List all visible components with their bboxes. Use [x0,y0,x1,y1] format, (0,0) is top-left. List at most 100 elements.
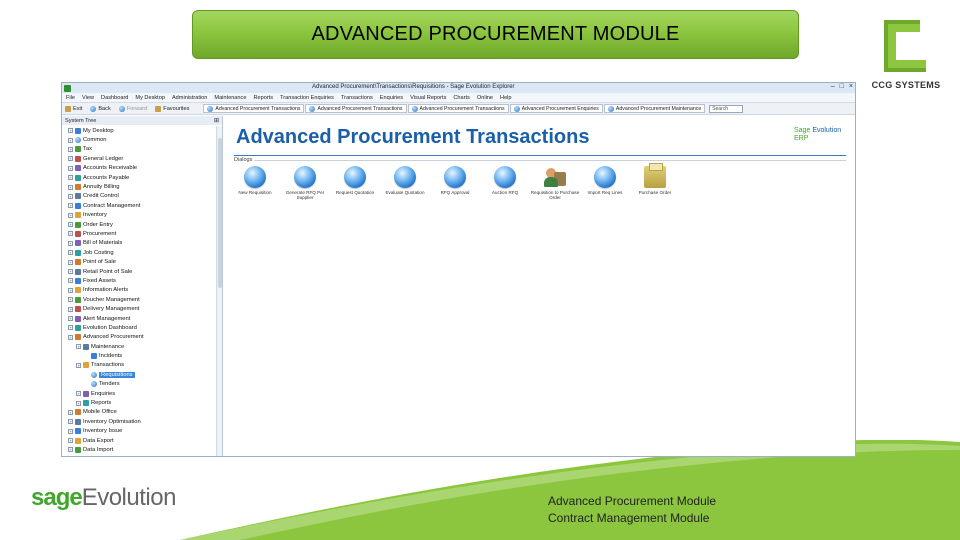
doc-tab[interactable]: Advanced Procurement Transactions [407,104,509,113]
menu-charts[interactable]: Charts [453,95,469,101]
pin-icon[interactable]: ⊞ [214,117,219,124]
expand-icon[interactable]: + [68,325,73,331]
expand-icon[interactable]: + [76,391,81,397]
tree-item-tenders[interactable]: Tenders [62,380,222,389]
action-request-quotation[interactable]: Request Quotation [330,166,380,200]
tree-item-data-import[interactable]: + Data Import [62,445,222,454]
tree-item-tax[interactable]: + Tax [62,145,222,154]
expand-icon[interactable]: + [68,334,73,340]
tree-item-reports[interactable]: + Reports [62,398,222,407]
tree-item-retail-point-of-sale[interactable]: + Retail Point of Sale [62,267,222,276]
tree-item-annuity-billing[interactable]: + Annuity Billing [62,182,222,191]
tree-item-procurement[interactable]: + Procurement [62,229,222,238]
menu-maintenance[interactable]: Maintenance [214,95,246,101]
tree-item-my-desktop[interactable]: + My Desktop [62,126,222,135]
menu-visual-reports[interactable]: Visual Reports [410,95,446,101]
tree-item-data-export[interactable]: + Data Export [62,436,222,445]
menu-transaction-enquiries[interactable]: Transaction Enquiries [280,95,334,101]
expand-icon[interactable]: + [68,203,73,209]
favourites-button[interactable]: Favourites [155,105,189,112]
scrollbar-thumb[interactable] [218,138,222,288]
menu-enquiries[interactable]: Enquiries [380,95,403,101]
menu-transactions[interactable]: Transactions [341,95,373,101]
tree-item-transactions[interactable]: + Transactions [62,361,222,370]
action-import-req-lines[interactable]: Import Req Lines [580,166,630,200]
expand-icon[interactable]: + [68,137,73,143]
expand-icon[interactable]: + [68,306,73,312]
tree-item-order-entry[interactable]: + Order Entry [62,220,222,229]
doc-tab[interactable]: Advanced Procurement Enquiries [509,104,603,113]
back-button[interactable]: Back [90,105,111,112]
tree-item-bill-of-materials[interactable]: + Bill of Materials [62,239,222,248]
tree-item-advanced-procurement[interactable]: + Advanced Procurement [62,333,222,342]
tree-item-evolution-dashboard[interactable]: + Evolution Dashboard [62,323,222,332]
search-input[interactable]: Search [709,104,744,113]
tree-item-general-ledger[interactable]: + General Ledger [62,154,222,163]
expand-icon[interactable]: + [68,146,73,152]
tree-item-delivery-management[interactable]: + Delivery Management [62,304,222,313]
menu-my-desktop[interactable]: My Desktop [135,95,165,101]
menu-online[interactable]: Online [477,95,493,101]
expand-icon[interactable]: + [68,447,73,453]
tree-item-fixed-assets[interactable]: + Fixed Assets [62,276,222,285]
action-rfq-approval[interactable]: RFQ Approval [430,166,480,200]
expand-icon[interactable] [84,382,89,387]
tree-item-voucher-management[interactable]: + Voucher Management [62,295,222,304]
expand-icon[interactable]: + [76,362,81,368]
expand-icon[interactable]: + [68,287,73,293]
expand-icon[interactable]: + [68,250,73,256]
expand-icon[interactable]: + [68,278,73,284]
tree-item-maintenance[interactable]: + Maintenance [62,342,222,351]
expand-icon[interactable]: + [68,222,73,228]
action-evaluate-quotation[interactable]: Evaluate Quotation [380,166,430,200]
expand-icon[interactable] [84,354,89,359]
menu-file[interactable]: File [66,95,75,101]
expand-icon[interactable]: + [68,269,73,275]
expand-icon[interactable]: + [68,231,73,237]
menu-dashboard[interactable]: Dashboard [101,95,128,101]
action-generate-rfq-per-supplier[interactable]: Generate RFQ Per Supplier [280,166,330,200]
tree-item-inventory-optimisation[interactable]: + Inventory Optimisation [62,417,222,426]
tree-item-contract-management[interactable]: + Contract Management [62,201,222,210]
expand-icon[interactable]: + [68,193,73,199]
expand-icon[interactable]: + [76,400,81,406]
expand-icon[interactable]: + [76,344,81,350]
menu-help[interactable]: Help [500,95,512,101]
tree-item-common[interactable]: + Common [62,135,222,144]
tree-item-point-of-sale[interactable]: + Point of Sale [62,257,222,266]
menu-administration[interactable]: Administration [172,95,207,101]
tree-item-alert-management[interactable]: + Alert Management [62,314,222,323]
tree-item-requisitions[interactable]: Requisitions [62,370,222,379]
tree-item-job-costing[interactable]: + Job Costing [62,248,222,257]
action-auction-rfq[interactable]: Auction RFQ [480,166,530,200]
menu-reports[interactable]: Reports [253,95,273,101]
minimize-icon[interactable]: – [831,83,835,90]
expand-icon[interactable] [84,372,89,377]
expand-icon[interactable]: + [68,419,73,425]
expand-icon[interactable]: + [68,259,73,265]
maximize-icon[interactable]: □ [840,83,844,90]
expand-icon[interactable]: + [68,316,73,321]
tree-item-credit-control[interactable]: + Credit Control [62,192,222,201]
expand-icon[interactable]: + [68,128,73,134]
doc-tab[interactable]: Advanced Procurement Maintenance [603,104,706,113]
expand-icon[interactable]: + [68,428,73,434]
tree-item-accounts-payable[interactable]: + Accounts Payable [62,173,222,182]
expand-icon[interactable]: + [68,297,73,303]
tree-item-inventory-issue[interactable]: + Inventory Issue [62,427,222,436]
tree-item-inventory[interactable]: + Inventory [62,211,222,220]
tree-item-enquiries[interactable]: + Enquiries [62,389,222,398]
tree-item-mobile-office[interactable]: + Mobile Office [62,408,222,417]
menu-view[interactable]: View [82,95,94,101]
action-requisition-to-purchase-order[interactable]: Requisition to Purchase Order [530,166,580,200]
expand-icon[interactable]: + [68,212,73,218]
doc-tab[interactable]: Advanced Procurement Transactions [203,104,305,113]
expand-icon[interactable]: + [68,240,73,246]
expand-icon[interactable]: + [68,156,73,162]
expand-icon[interactable]: + [68,175,73,181]
exit-button[interactable]: Exit [65,105,82,112]
tree-scrollbar[interactable] [216,126,222,456]
expand-icon[interactable]: + [68,165,73,171]
expand-icon[interactable]: + [68,409,73,415]
doc-tab[interactable]: Advanced Procurement Transactions [305,104,407,113]
